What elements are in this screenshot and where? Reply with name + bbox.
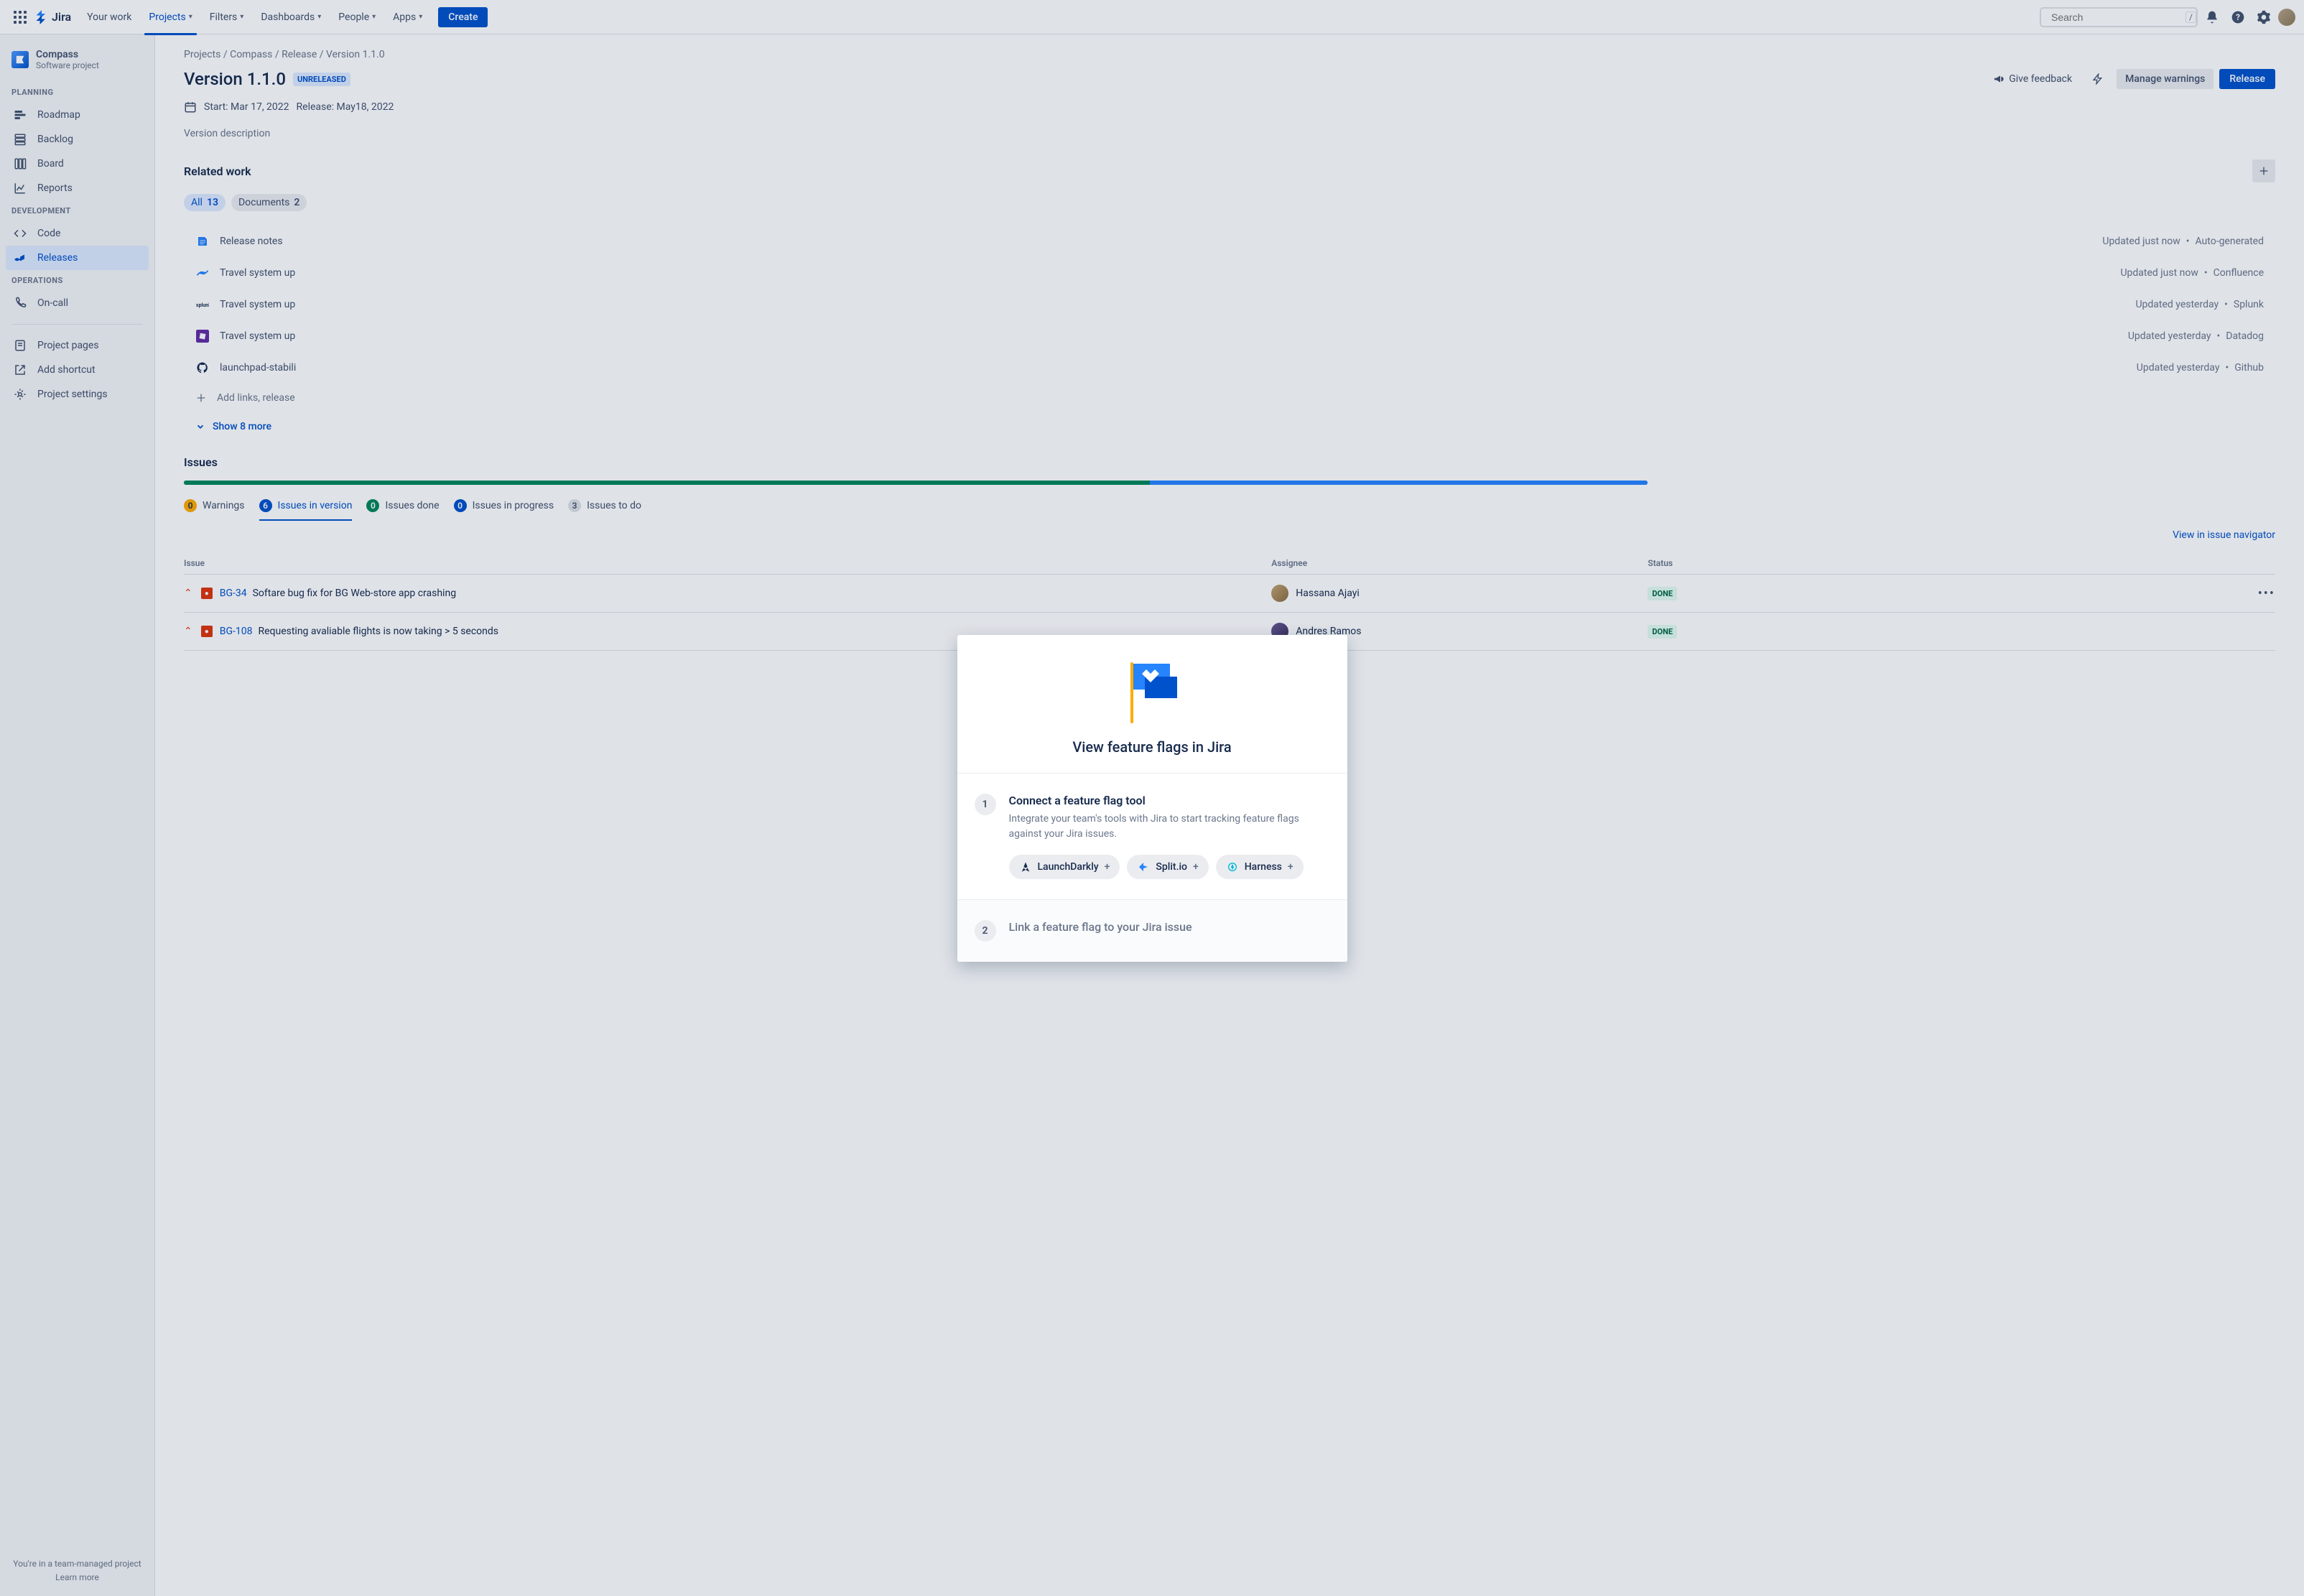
modal-step-2: 2 Link a feature flag to your Jira issue [957, 900, 1347, 962]
step-number: 1 [975, 794, 996, 815]
tool-splitio[interactable]: Split.io + [1127, 855, 1208, 879]
splitio-icon [1137, 860, 1150, 873]
step-title: Connect a feature flag tool [1009, 794, 1330, 807]
step-number: 2 [975, 920, 996, 942]
harness-icon [1226, 860, 1239, 873]
plus-icon: + [1193, 861, 1199, 873]
modal-title: View feature flags in Jira [975, 738, 1330, 756]
step-title: Link a feature flag to your Jira issue [1009, 920, 1330, 934]
tool-launchdarkly[interactable]: LaunchDarkly + [1009, 855, 1120, 879]
step-description: Integrate your team's tools with Jira to… [1009, 812, 1330, 842]
launchdarkly-icon [1019, 860, 1032, 873]
plus-icon: + [1288, 861, 1293, 873]
feature-flags-modal: View feature flags in Jira 1 Connect a f… [957, 635, 1347, 962]
flag-illustration [1116, 655, 1188, 727]
modal-step-1: 1 Connect a feature flag tool Integrate … [957, 774, 1347, 899]
tool-harness[interactable]: Harness + [1216, 855, 1304, 879]
plus-icon: + [1105, 861, 1110, 873]
modal-overlay[interactable]: View feature flags in Jira 1 Connect a f… [0, 0, 2304, 1596]
